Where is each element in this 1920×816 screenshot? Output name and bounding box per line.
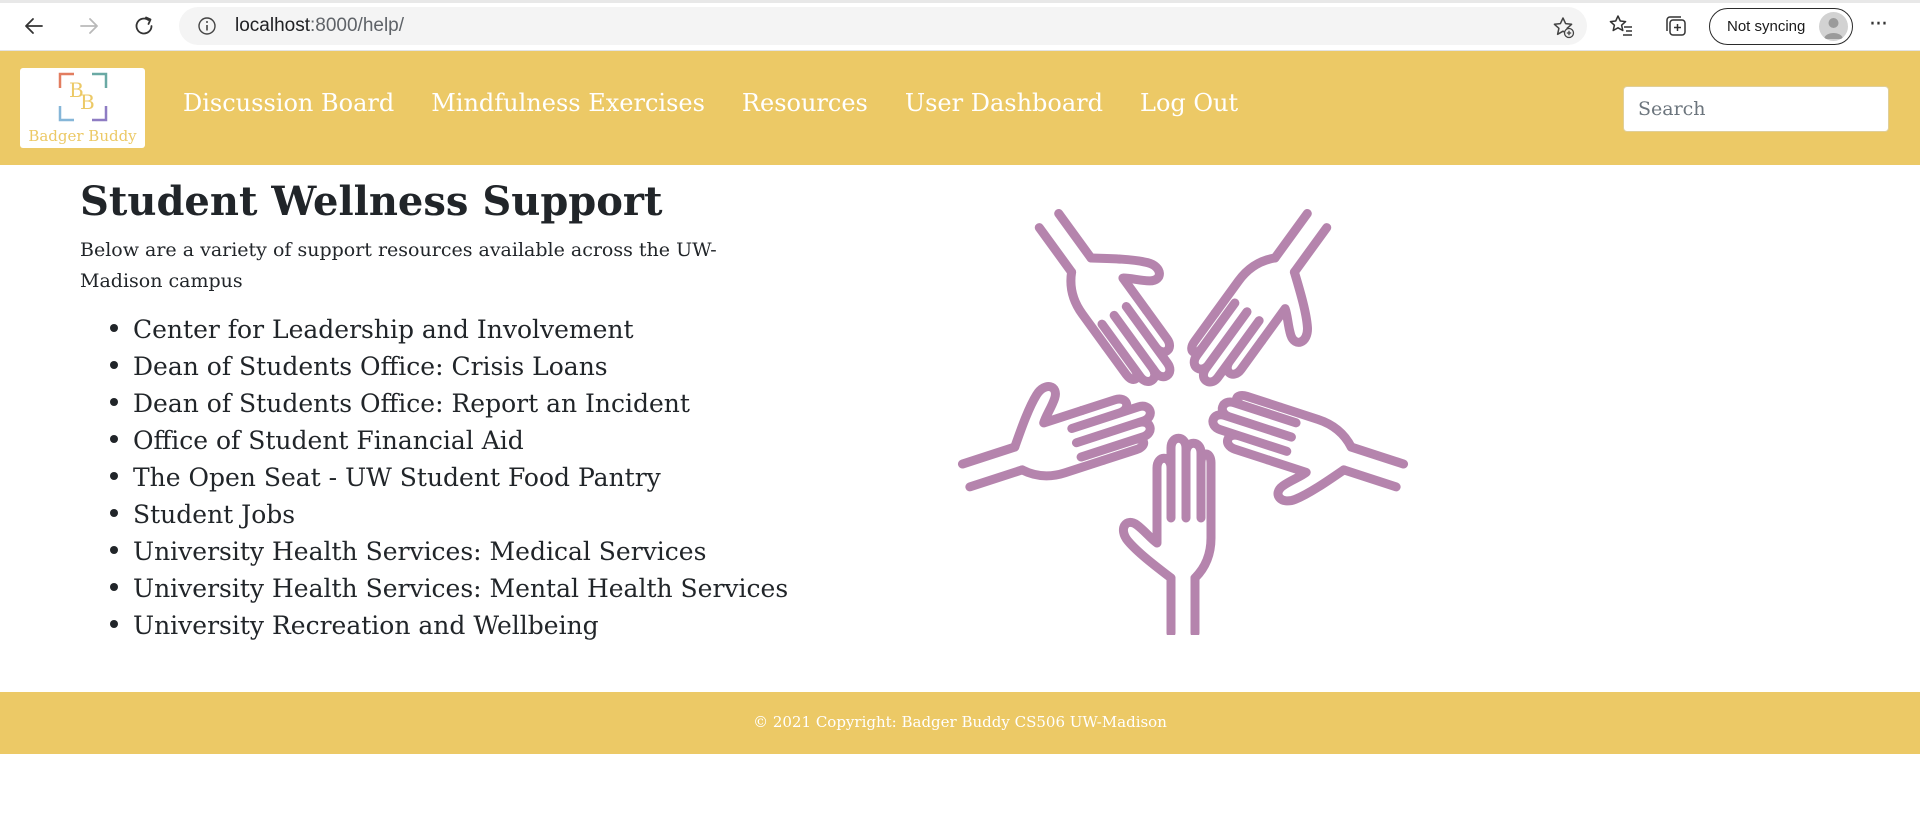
- hands-circle-illustration: [923, 165, 1443, 635]
- hand-top-left: [1026, 186, 1211, 395]
- url-host: localhost: [235, 15, 310, 36]
- resource-link-mental-health-services[interactable]: University Health Services: Mental Healt…: [133, 574, 788, 603]
- intro-text: Below are a variety of support resources…: [80, 239, 717, 292]
- collections-icon: [1666, 16, 1686, 36]
- hand-top-right: [1180, 204, 1365, 413]
- info-icon[interactable]: [197, 16, 217, 36]
- resource-link-food-pantry[interactable]: The Open Seat - UW Student Food Pantry: [133, 463, 661, 492]
- resource-link-student-jobs[interactable]: Student Jobs: [133, 500, 295, 529]
- nav-mindfulness-exercises[interactable]: Mindfulness Exercises: [431, 89, 705, 117]
- nav-discussion-board[interactable]: Discussion Board: [183, 89, 394, 117]
- hand-bottom: [1123, 438, 1211, 633]
- bullet: [110, 472, 118, 480]
- site-footer: © 2021 Copyright: Badger Buddy CS506 UW-…: [0, 692, 1920, 754]
- copyright-text: © 2021 Copyright: Badger Buddy CS506 UW-…: [753, 713, 1167, 731]
- profile-avatar-icon: [1819, 12, 1848, 41]
- browser-toolbar: localhost:8000/help/ Not syncing ···: [0, 0, 1920, 51]
- list-item: Dean of Students Office: Crisis Loans: [110, 352, 788, 389]
- site-logo[interactable]: B B Badger Buddy: [20, 68, 145, 148]
- url-path: :8000/help/: [310, 15, 405, 36]
- resource-link-crisis-loans[interactable]: Dean of Students Office: Crisis Loans: [133, 352, 608, 381]
- list-item: Student Jobs: [110, 500, 788, 537]
- favorites-icon: [1609, 15, 1632, 36]
- logo-mark: B B: [58, 72, 108, 122]
- sync-status-label: Not syncing: [1727, 18, 1806, 35]
- favorites-button[interactable]: [1605, 10, 1637, 42]
- main-nav: Discussion Board Mindfulness Exercises R…: [183, 89, 1238, 117]
- list-item: Center for Leadership and Involvement: [110, 315, 788, 352]
- bullet: [110, 398, 118, 406]
- bullet: [110, 324, 118, 332]
- back-arrow-icon: [25, 18, 43, 34]
- list-item: University Recreation and Wellbeing: [110, 611, 788, 648]
- resource-link-medical-services[interactable]: University Health Services: Medical Serv…: [133, 537, 706, 566]
- bullet: [110, 361, 118, 369]
- list-item: Dean of Students Office: Report an Incid…: [110, 389, 788, 426]
- resource-list: Center for Leadership and Involvement De…: [110, 315, 788, 648]
- back-button[interactable]: [16, 8, 52, 44]
- logo-text: Badger Buddy: [28, 127, 137, 145]
- resource-link-financial-aid[interactable]: Office of Student Financial Aid: [133, 426, 524, 455]
- hand-right: [1196, 389, 1408, 532]
- page-title: Student Wellness Support: [80, 178, 663, 225]
- list-item: University Health Services: Mental Healt…: [110, 574, 788, 611]
- url-text[interactable]: localhost:8000/help/: [235, 15, 404, 37]
- collections-button[interactable]: [1660, 10, 1692, 42]
- bullet: [110, 620, 118, 628]
- reload-icon: [135, 16, 153, 35]
- nav-resources[interactable]: Resources: [742, 89, 868, 117]
- resource-link-report-incident[interactable]: Dean of Students Office: Report an Incid…: [133, 389, 690, 418]
- resource-link-leadership-involvement[interactable]: Center for Leadership and Involvement: [133, 315, 634, 344]
- forward-arrow-icon: [80, 18, 98, 34]
- address-bar[interactable]: localhost:8000/help/: [179, 7, 1587, 45]
- list-item: University Health Services: Medical Serv…: [110, 537, 788, 574]
- bullet: [110, 546, 118, 554]
- forward-button[interactable]: [71, 8, 107, 44]
- bullet: [110, 583, 118, 591]
- profile-sync-button[interactable]: Not syncing: [1709, 8, 1853, 45]
- logo-letter-b2: B: [80, 90, 95, 114]
- bullet: [110, 435, 118, 443]
- bullet: [110, 509, 118, 517]
- search-input[interactable]: [1623, 86, 1889, 132]
- site-navbar: B B Badger Buddy Discussion Board Mindfu…: [0, 51, 1920, 165]
- nav-user-dashboard[interactable]: User Dashboard: [905, 89, 1103, 117]
- resource-link-recreation-wellbeing[interactable]: University Recreation and Wellbeing: [133, 611, 599, 640]
- add-favorite-icon[interactable]: [1551, 15, 1575, 39]
- list-item: The Open Seat - UW Student Food Pantry: [110, 463, 788, 500]
- reload-button[interactable]: [126, 8, 162, 44]
- more-menu-icon[interactable]: ···: [1869, 12, 1888, 37]
- list-item: Office of Student Financial Aid: [110, 426, 788, 463]
- tab-strip-edge: [0, 0, 1920, 3]
- nav-log-out[interactable]: Log Out: [1140, 89, 1238, 117]
